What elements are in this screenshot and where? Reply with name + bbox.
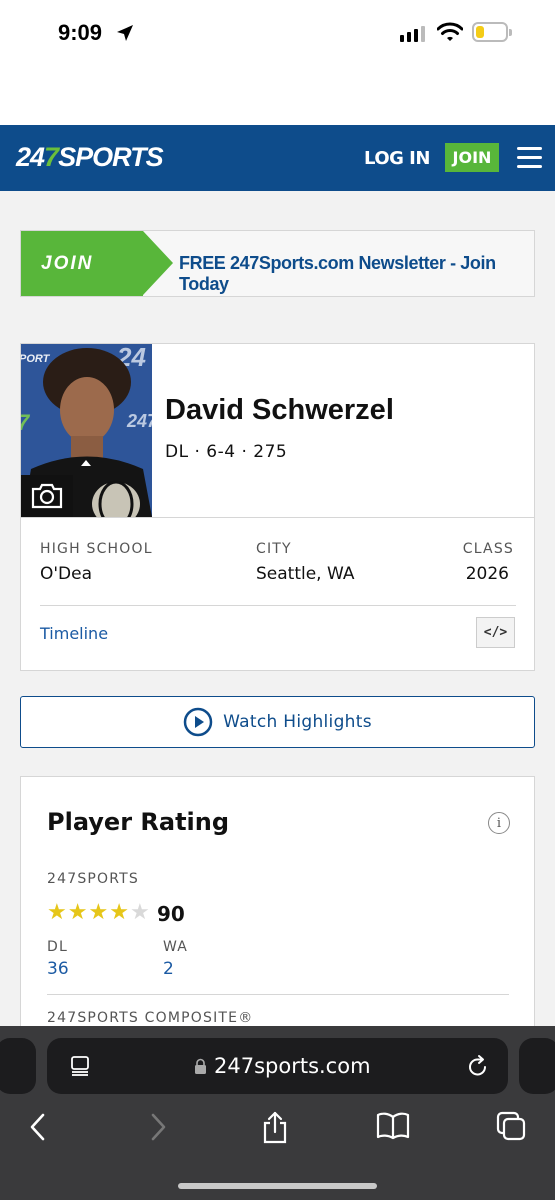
watch-highlights-label: Watch Highlights (223, 712, 372, 732)
lock-icon (195, 1058, 206, 1074)
high-school-value: O'Dea (40, 564, 93, 584)
star-filled-icon: ★ (47, 899, 67, 924)
player-rating-title: Player Rating (47, 808, 230, 836)
previous-tab-pill[interactable] (0, 1038, 36, 1094)
city-label: CITY (256, 541, 292, 557)
timeline-link[interactable]: Timeline (40, 624, 108, 643)
star-empty-icon: ★ (129, 899, 150, 924)
player-photo[interactable]: 24 PORT 247 7 (21, 344, 152, 517)
site-logo[interactable]: 247SPORTS (16, 142, 164, 173)
back-icon[interactable] (27, 1111, 49, 1143)
newsletter-banner[interactable]: JOIN FREE 247Sports.com Newsletter - Joi… (20, 230, 535, 297)
page-menu-icon[interactable] (69, 1055, 91, 1077)
join-button[interactable]: JOIN (445, 143, 499, 172)
svg-text:247: 247 (126, 411, 152, 431)
embed-code-button[interactable]: </> (476, 617, 515, 648)
status-bar: 9:09 (0, 0, 555, 125)
class-label: CLASS (462, 541, 514, 557)
play-icon (183, 707, 213, 737)
state-rank-value[interactable]: 2 (163, 959, 174, 979)
url-text[interactable]: 247sports.com (214, 1054, 371, 1078)
svg-text:PORT: PORT (21, 353, 51, 365)
watch-highlights-button[interactable]: Watch Highlights (20, 696, 535, 748)
star-filled-icon: ★ (88, 899, 109, 924)
city-value: Seattle, WA (256, 564, 355, 584)
newsletter-text[interactable]: FREE 247Sports.com Newsletter - Join Tod… (179, 253, 534, 295)
newsletter-join-label: JOIN (41, 253, 94, 274)
state-rank-label: WA (163, 939, 189, 955)
position-rank-value[interactable]: 36 (47, 959, 69, 979)
camera-icon[interactable] (21, 475, 73, 517)
divider (47, 994, 509, 995)
player-card: 24 PORT 247 7 David Schwerzel DL · 6-4 ·… (20, 343, 535, 671)
hamburger-menu-icon[interactable] (517, 147, 542, 169)
login-link[interactable]: LOG IN (364, 148, 430, 169)
cellular-signal-icon (400, 26, 425, 42)
browser-bar: 247sports.com (0, 1026, 555, 1200)
info-icon[interactable]: i (488, 812, 510, 834)
bookmarks-icon[interactable] (376, 1111, 410, 1141)
divider (40, 605, 516, 606)
share-icon[interactable] (261, 1111, 289, 1145)
rating-source-label: 247SPORTS (47, 871, 140, 887)
player-name: David Schwerzel (165, 394, 394, 426)
wifi-icon (437, 22, 463, 41)
next-tab-pill[interactable] (519, 1038, 555, 1094)
position-rank-label: DL (47, 939, 68, 955)
forward-icon[interactable] (147, 1111, 169, 1143)
home-indicator (178, 1183, 377, 1189)
status-time: 9:09 (58, 20, 103, 45)
site-header: 247SPORTS LOG IN JOIN (0, 125, 555, 191)
battery-icon (472, 22, 512, 42)
composite-label: 247SPORTS COMPOSITE® (47, 1010, 254, 1026)
rating-score: 90 (157, 902, 185, 926)
star-filled-icon: ★ (67, 899, 88, 924)
player-position-line: DL · 6-4 · 275 (165, 442, 288, 462)
divider (21, 517, 534, 518)
high-school-label: HIGH SCHOOL (40, 541, 153, 557)
location-arrow-icon (117, 25, 133, 41)
reload-icon[interactable] (467, 1054, 489, 1078)
tabs-icon[interactable] (496, 1111, 526, 1141)
star-filled-icon: ★ (109, 899, 129, 924)
star-rating: ★ ★ ★ ★ ★ (47, 901, 150, 923)
player-rating-card: Player Rating i 247SPORTS ★ ★ ★ ★ ★ 90 DL 36… (20, 776, 535, 1036)
class-value: 2026 (465, 564, 509, 584)
